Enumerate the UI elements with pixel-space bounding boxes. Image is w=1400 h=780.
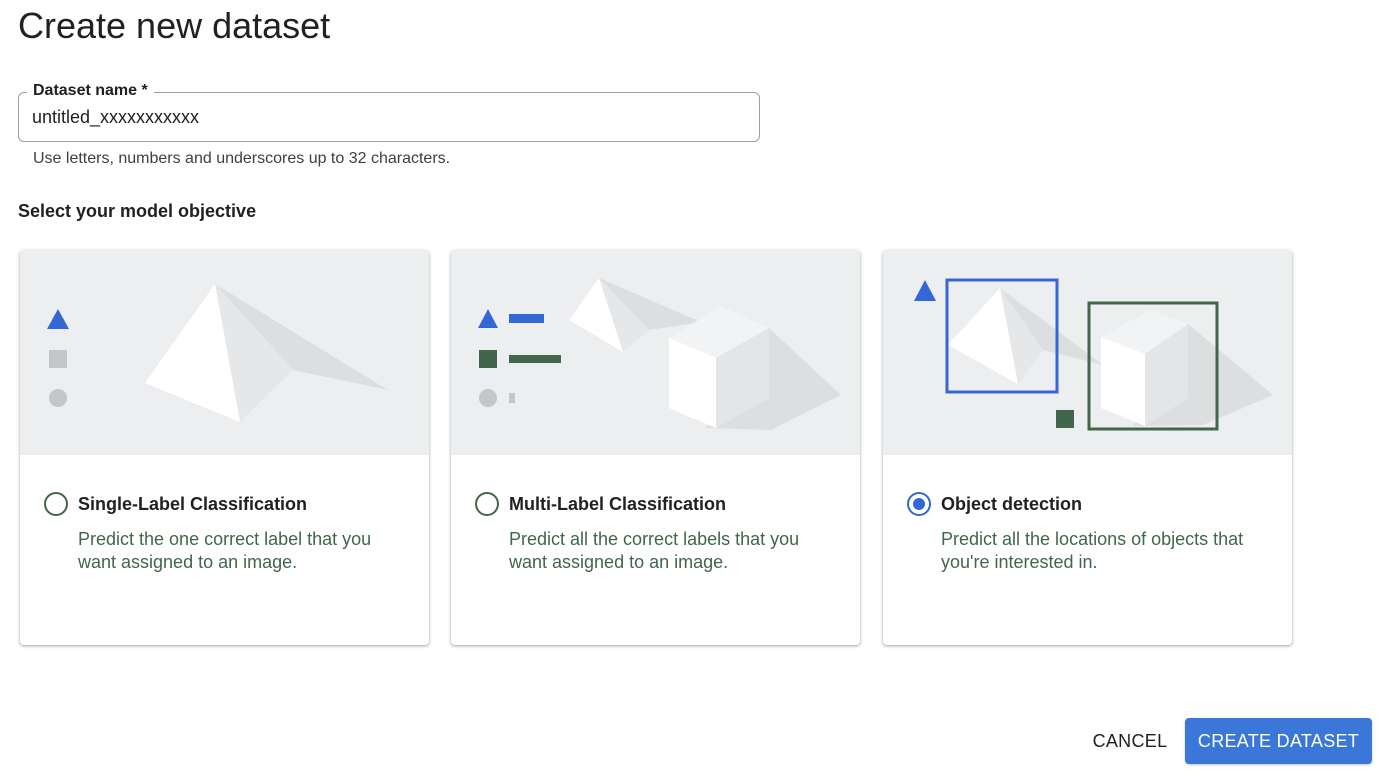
square-icon xyxy=(479,350,497,368)
single-label-radio[interactable] xyxy=(44,492,68,516)
objective-card-multi-label[interactable]: Multi-Label Classification Predict all t… xyxy=(451,250,860,645)
square-icon xyxy=(49,350,67,368)
object-detection-illustration xyxy=(883,250,1292,455)
square-icon xyxy=(1056,410,1074,428)
multi-label-illustration xyxy=(451,250,860,455)
label-bar-icon xyxy=(509,314,544,323)
label-bar-icon xyxy=(509,355,561,363)
radio-selected-dot xyxy=(913,498,925,510)
model-objective-heading: Select your model objective xyxy=(18,201,257,221)
single-label-description: Predict the one correct label that you w… xyxy=(78,529,372,572)
object-detection-radio[interactable] xyxy=(907,492,931,516)
object-detection-title: Object detection xyxy=(941,494,1083,514)
dataset-name-field[interactable]: Dataset name * xyxy=(18,81,760,142)
multi-label-radio[interactable] xyxy=(475,492,499,516)
label-bar-icon xyxy=(509,393,515,403)
objective-card-object-detection[interactable]: Object detection Predict all the locatio… xyxy=(883,250,1292,645)
single-label-title: Single-Label Classification xyxy=(78,494,308,514)
dataset-name-helper-text: Use letters, numbers and underscores up … xyxy=(33,150,451,167)
triangle-icon xyxy=(478,309,498,328)
triangle-icon xyxy=(914,280,936,301)
page-title: Create new dataset xyxy=(18,5,331,46)
object-detection-description: Predict all the locations of objects tha… xyxy=(941,529,1244,572)
multi-label-description: Predict all the correct labels that you … xyxy=(509,529,800,572)
dataset-name-input[interactable] xyxy=(32,93,732,141)
objective-card-single-label[interactable]: Single-Label Classification Predict the … xyxy=(20,250,429,645)
cancel-button[interactable]: CANCEL xyxy=(1082,720,1178,762)
multi-label-title: Multi-Label Classification xyxy=(509,494,727,514)
circle-icon xyxy=(479,389,497,407)
create-dataset-button[interactable]: CREATE DATASET xyxy=(1185,718,1372,764)
single-label-illustration xyxy=(20,250,429,455)
circle-icon xyxy=(49,389,67,407)
